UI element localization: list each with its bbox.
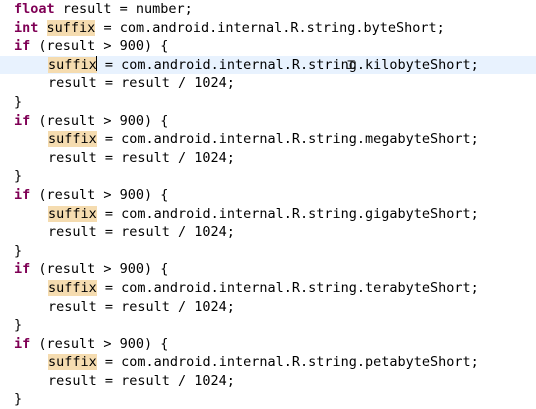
- code-line[interactable]: int suffix = com.android.internal.R.stri…: [0, 19, 536, 38]
- code-line[interactable]: result = result / 1024;: [0, 223, 536, 242]
- keyword-if: if: [14, 186, 31, 203]
- code-text: = com.android.internal.R.string.byteShor…: [95, 19, 445, 36]
- code-line[interactable]: if (result > 900) {: [0, 335, 536, 354]
- code-line[interactable]: }: [0, 167, 536, 186]
- keyword-float: float: [14, 1, 55, 17]
- code-text: (result > 900) {: [30, 112, 169, 129]
- code-line[interactable]: }: [0, 316, 536, 335]
- code-line[interactable]: result = result / 1024;: [0, 149, 536, 168]
- keyword-if: if: [14, 261, 31, 278]
- code-editor[interactable]: float result = number; int suffix = com.…: [0, 0, 536, 408]
- code-line[interactable]: }: [0, 242, 536, 261]
- code-line[interactable]: if (result > 900) {: [0, 186, 536, 205]
- code-line[interactable]: float result = number;: [0, 0, 536, 19]
- code-text: result = result / 1024;: [48, 75, 235, 92]
- code-text: }: [14, 317, 23, 334]
- keyword-int: int: [14, 19, 39, 36]
- code-text: result = result / 1024;: [48, 149, 235, 166]
- code-text: = com.android.internal.R.string.terabyte…: [96, 279, 479, 296]
- suffix-occurrence-highlight: suffix: [48, 131, 97, 148]
- current-line[interactable]: suffix = com.android.internal.R.string.k…: [0, 55, 536, 75]
- code-line[interactable]: if (result > 900) {: [0, 112, 536, 131]
- code-text: = com.android.internal.R.string.petabyte…: [96, 354, 479, 371]
- code-line[interactable]: }: [0, 93, 536, 112]
- code-line[interactable]: result = result / 1024;: [0, 298, 536, 317]
- suffix-occurrence-highlight: suffix: [48, 354, 97, 371]
- code-text: (result > 900) {: [30, 261, 169, 278]
- code-text: = com.android.internal.R.string.kilobyte…: [96, 56, 479, 73]
- code-text: }: [14, 242, 23, 259]
- code-text: = com.android.internal.R.string.gigabyte…: [96, 205, 479, 222]
- code-line[interactable]: suffix = com.android.internal.R.string.g…: [0, 205, 536, 224]
- code-text: }: [14, 168, 23, 185]
- code-text: }: [14, 93, 23, 110]
- code-text: (result > 900) {: [30, 186, 169, 203]
- suffix-occurrence-highlight: suffix: [46, 19, 96, 36]
- code-text: result = number;: [54, 1, 193, 17]
- code-text: result = result / 1024;: [48, 224, 235, 241]
- code-text: (result > 900) {: [30, 335, 169, 352]
- code-text: = com.android.internal.R.string.megabyte…: [96, 131, 479, 148]
- code-line[interactable]: suffix = com.android.internal.R.string.m…: [0, 130, 536, 149]
- suffix-occurrence-highlight: suffix: [48, 205, 97, 222]
- code-line[interactable]: result = result / 1024;: [0, 74, 536, 93]
- text-ibeam-icon: ⌶: [347, 56, 356, 73]
- code-line[interactable]: suffix = com.android.internal.R.string.p…: [0, 353, 536, 372]
- keyword-if: if: [14, 38, 31, 55]
- suffix-occurrence-highlight: suffix: [48, 56, 97, 73]
- keyword-if: if: [14, 112, 31, 129]
- keyword-if: if: [14, 335, 31, 352]
- code-text: result = result / 1024;: [48, 298, 235, 315]
- code-line[interactable]: if (result > 900) {: [0, 37, 536, 56]
- code-text: }: [14, 391, 23, 408]
- code-text: (result > 900) {: [30, 38, 169, 55]
- code-line[interactable]: result = result / 1024;: [0, 372, 536, 391]
- code-line[interactable]: suffix = com.android.internal.R.string.t…: [0, 279, 536, 298]
- suffix-occurrence-highlight: suffix: [48, 279, 97, 296]
- code-line[interactable]: }: [0, 390, 536, 409]
- code-text: result = result / 1024;: [48, 372, 235, 389]
- code-line[interactable]: if (result > 900) {: [0, 260, 536, 279]
